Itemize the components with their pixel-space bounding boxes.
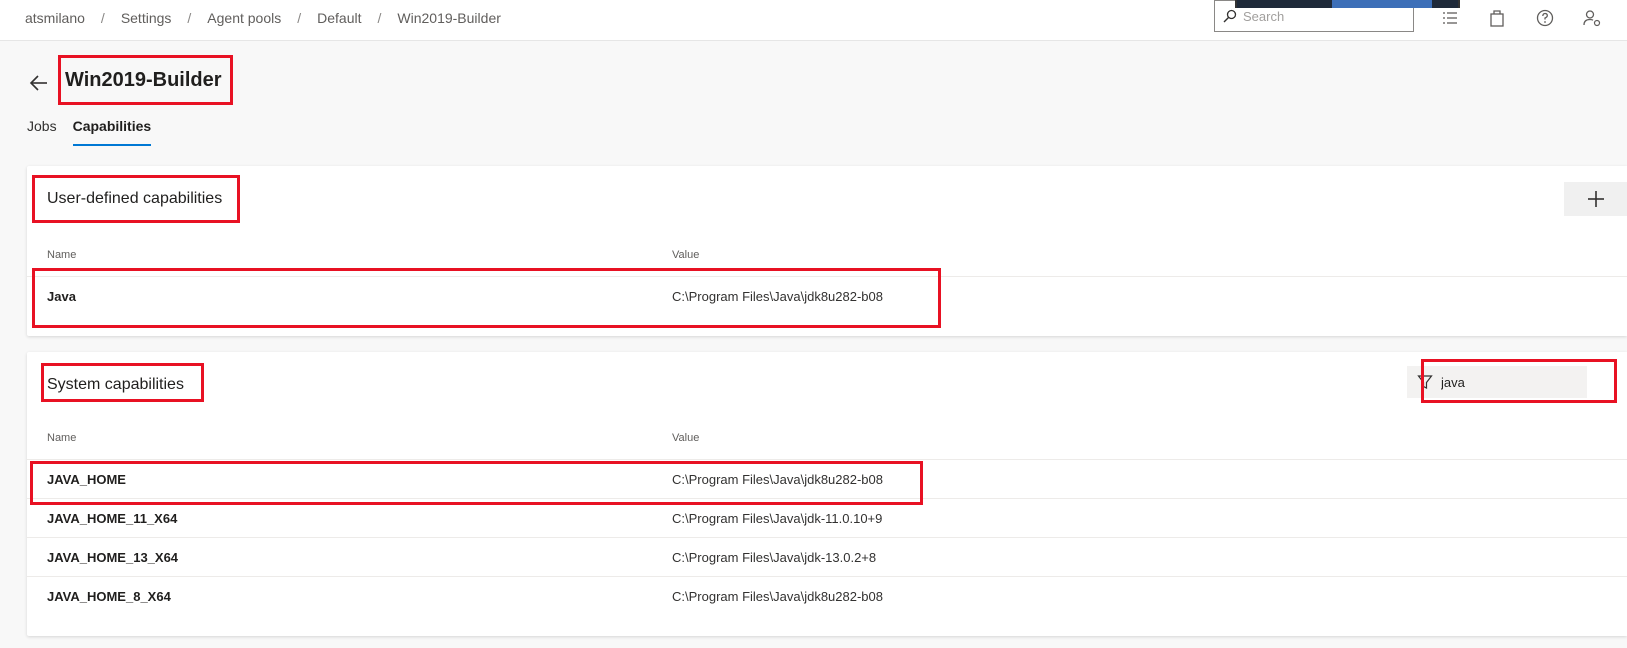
column-header-value: Value (672, 249, 700, 261)
column-header-name: Name (47, 249, 77, 261)
bag-icon[interactable] (1487, 8, 1507, 28)
user-defined-capabilities-card: User-defined capabilities Name Value Jav… (27, 166, 1627, 336)
list-icon[interactable] (1440, 8, 1460, 28)
system-title: System capabilities (47, 376, 184, 393)
tab-capabilities[interactable]: Capabilities (72, 118, 152, 146)
breadcrumb-org[interactable]: atsmilano (25, 10, 85, 26)
capability-name: JAVA_HOME_11_X64 (47, 511, 178, 526)
column-header-value: Value (672, 432, 700, 444)
breadcrumb-agent-pools[interactable]: Agent pools (207, 10, 281, 26)
capability-value: C:\Program Files\Java\jdk-11.0.10+9 (672, 511, 883, 526)
breadcrumb-default[interactable]: Default (317, 10, 361, 26)
breadcrumb-separator: / (187, 10, 192, 26)
capability-value: C:\Program Files\Java\jdk8u282-b08 (672, 589, 883, 604)
system-capabilities-card: System capabilities Name Value JAVA_HOME… (27, 352, 1627, 636)
tab-bar: Jobs Capabilities (27, 118, 167, 146)
breadcrumb-current[interactable]: Win2019-Builder (397, 10, 501, 26)
table-row[interactable]: JAVA_HOME_11_X64 C:\Program Files\Java\j… (27, 498, 1627, 537)
overlay-thumbnail (1235, 0, 1460, 8)
table-row[interactable]: JAVA_HOME_8_X64 C:\Program Files\Java\jd… (27, 576, 1627, 615)
capability-name: JAVA_HOME (47, 472, 126, 487)
filter-input[interactable] (1441, 374, 1581, 390)
user-defined-title: User-defined capabilities (47, 190, 223, 207)
user-settings-icon[interactable] (1582, 8, 1602, 28)
capability-value: C:\Program Files\Java\jdk8u282-b08 (672, 289, 883, 304)
capability-name: Java (47, 289, 76, 304)
breadcrumb: atsmilano / Settings / Agent pools / Def… (25, 10, 501, 26)
column-header-name: Name (47, 432, 77, 444)
page-title: Win2019-Builder (65, 69, 222, 91)
breadcrumb-separator: / (100, 10, 105, 26)
top-bar: atsmilano / Settings / Agent pools / Def… (0, 0, 1627, 41)
capability-name: JAVA_HOME_13_X64 (47, 550, 179, 565)
help-icon[interactable] (1535, 8, 1555, 28)
table-row[interactable]: JAVA_HOME_13_X64 C:\Program Files\Java\j… (27, 537, 1627, 576)
table-row[interactable]: JAVA_HOME C:\Program Files\Java\jdk8u282… (27, 459, 1627, 498)
tab-jobs[interactable]: Jobs (27, 118, 57, 146)
breadcrumb-settings[interactable]: Settings (121, 10, 172, 26)
table-row[interactable]: Java C:\Program Files\Java\jdk8u282-b08 (27, 276, 1627, 315)
search-icon (1223, 9, 1237, 23)
search-input[interactable] (1243, 8, 1403, 24)
filter-box[interactable] (1407, 366, 1587, 398)
capability-name: JAVA_HOME_8_X64 (47, 589, 171, 604)
add-capability-button[interactable] (1564, 182, 1627, 216)
plus-icon (1587, 191, 1604, 207)
back-arrow-icon[interactable] (28, 72, 50, 94)
capability-value: C:\Program Files\Java\jdk8u282-b08 (672, 472, 883, 487)
breadcrumb-separator: / (297, 10, 302, 26)
filter-icon (1417, 375, 1433, 389)
capability-value: C:\Program Files\Java\jdk-13.0.2+8 (672, 550, 877, 565)
breadcrumb-separator: / (377, 10, 382, 26)
